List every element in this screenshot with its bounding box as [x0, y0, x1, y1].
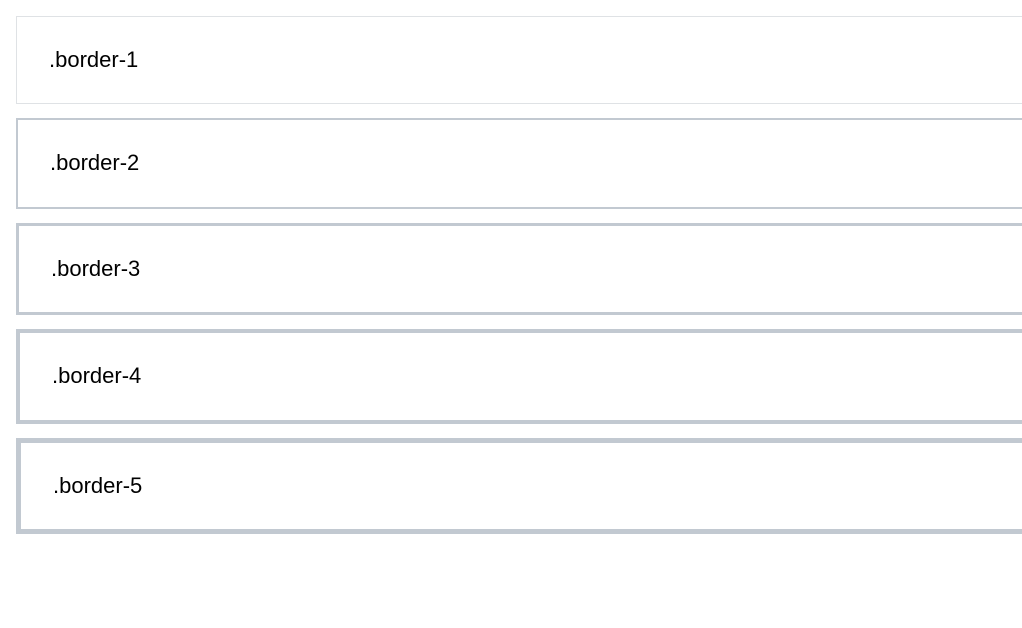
border-3-box: .border-3 [16, 223, 1022, 315]
border-5-label: .border-5 [53, 473, 142, 498]
border-2-box: .border-2 [16, 118, 1022, 208]
border-1-label: .border-1 [49, 47, 138, 72]
border-example-stack: .border-1 .border-2 .border-3 .border-4 … [16, 16, 1022, 534]
border-2-label: .border-2 [50, 150, 139, 175]
border-4-label: .border-4 [52, 363, 141, 388]
border-5-box: .border-5 [16, 438, 1022, 534]
border-1-box: .border-1 [16, 16, 1022, 104]
border-3-label: .border-3 [51, 256, 140, 281]
border-4-box: .border-4 [16, 329, 1022, 423]
